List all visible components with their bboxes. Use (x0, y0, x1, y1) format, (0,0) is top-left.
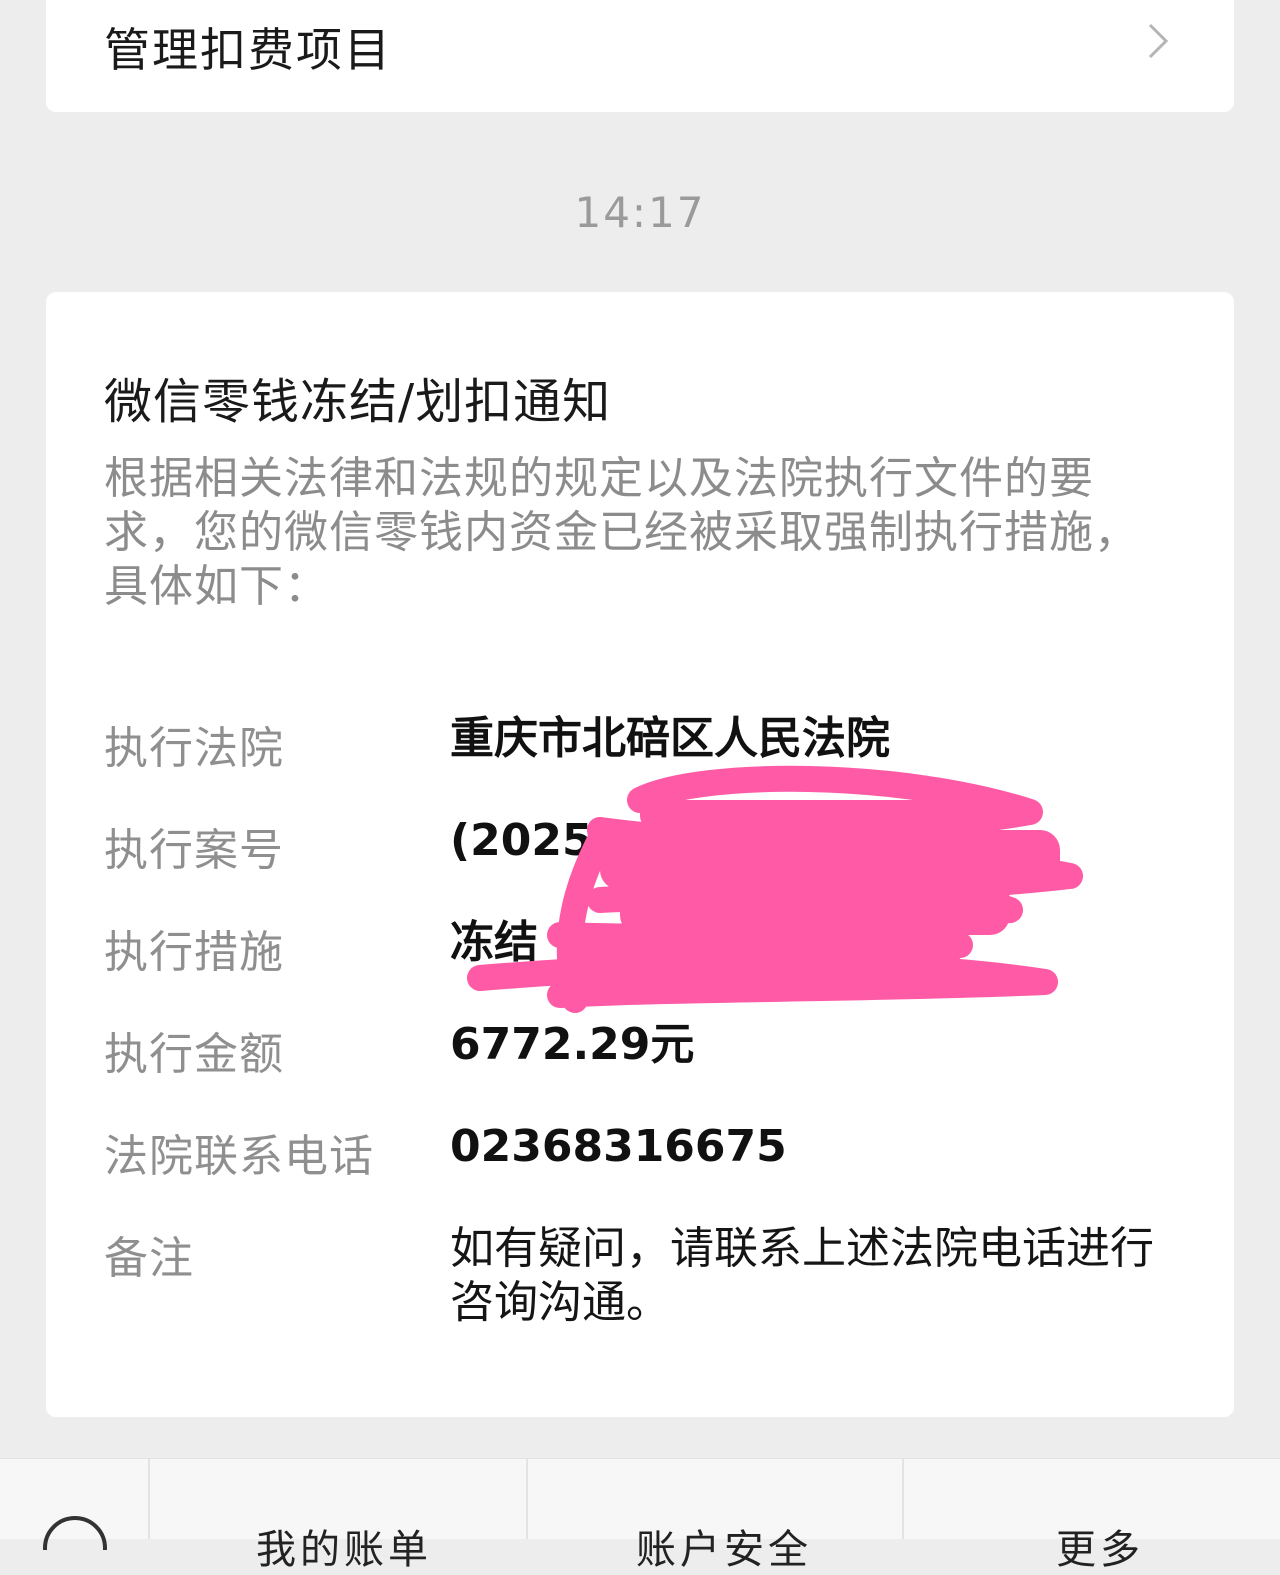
menu-separator (148, 1459, 150, 1539)
phone-label: 法院联系电话 (104, 1131, 374, 1182)
detail-row-remark: 备注 如有疑问，请联系上述法院电话进行咨询沟通。 (104, 1222, 1184, 1328)
manage-deduction-title: 管理扣费项目 (104, 23, 392, 77)
detail-row-court: 执行法院 重庆市北碚区人民法院 (104, 712, 1184, 814)
notice-details: 执行法院 重庆市北碚区人民法院 执行案号 (2025) 执行措施 冻结 执行金额… (104, 712, 1184, 1328)
menu-separator (526, 1459, 528, 1539)
phone-value[interactable]: 02368316675 (450, 1120, 1180, 1174)
menu-more[interactable]: 更多 (1056, 1517, 1144, 1575)
measure-value: 冻结 (450, 917, 538, 968)
menu-separator (902, 1459, 904, 1539)
detail-row-case-number: 执行案号 (2025) (104, 814, 1184, 916)
message-timestamp: 14:17 (574, 188, 706, 237)
menu-account-security[interactable]: 账户安全 (636, 1517, 812, 1575)
chevron-right-icon (1148, 23, 1169, 59)
amount-value: 6772.29元 (450, 1019, 695, 1070)
detail-row-measure: 执行措施 冻结 (104, 916, 1184, 1018)
keyboard-toggle-icon[interactable] (30, 1500, 120, 1550)
measure-label: 执行措施 (104, 927, 284, 978)
freeze-notice-card[interactable]: 微信零钱冻结/划扣通知 根据相关法律和法规的规定以及法院执行文件的要求，您的微信… (46, 292, 1234, 1417)
court-label: 执行法院 (104, 723, 284, 774)
remark-label: 备注 (104, 1233, 194, 1284)
bottom-menu-bar: 我的账单 账户安全 更多 (0, 1458, 1280, 1573)
case-number-label: 执行案号 (104, 825, 284, 876)
notice-title: 微信零钱冻结/划扣通知 (104, 374, 612, 430)
case-number-value: (2025) (450, 815, 613, 866)
notice-description: 根据相关法律和法规的规定以及法院执行文件的要求，您的微信零钱内资金已经被采取强制… (104, 453, 1139, 612)
remark-value: 如有疑问，请联系上述法院电话进行咨询沟通。 (450, 1223, 1154, 1328)
manage-deduction-card[interactable]: 管理扣费项目 (46, 0, 1234, 112)
amount-label: 执行金额 (104, 1029, 284, 1080)
detail-row-phone: 法院联系电话 02368316675 (104, 1120, 1184, 1222)
court-value: 重庆市北碚区人民法院 (450, 713, 890, 764)
menu-my-bills[interactable]: 我的账单 (256, 1517, 432, 1575)
detail-row-amount: 执行金额 6772.29元 (104, 1018, 1184, 1120)
